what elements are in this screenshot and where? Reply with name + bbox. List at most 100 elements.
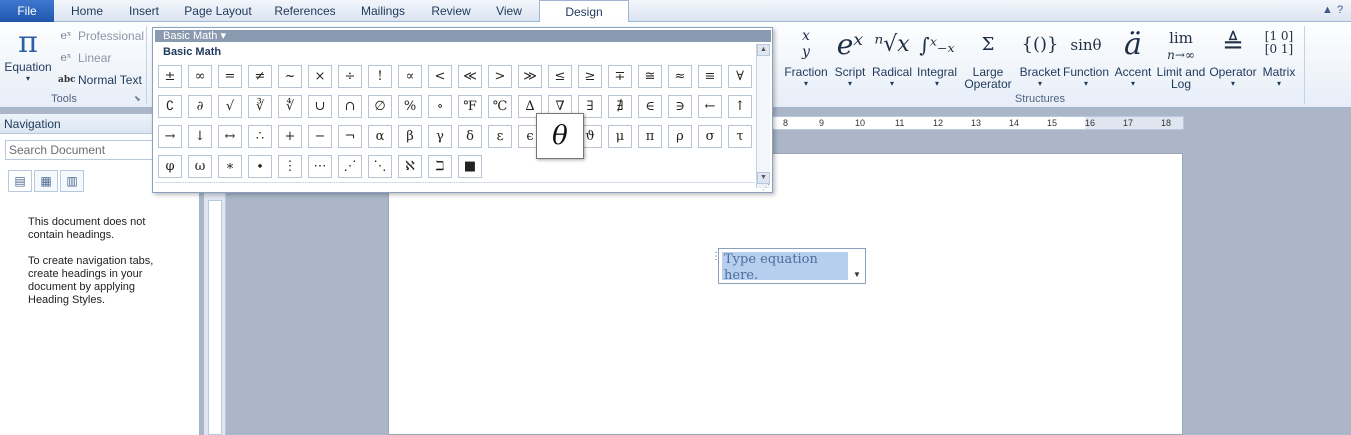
symbol-cell[interactable]: +: [278, 125, 302, 148]
tab-review[interactable]: Review: [424, 0, 478, 22]
symbol-cell[interactable]: ⋯: [308, 155, 332, 178]
symbol-cell[interactable]: ∩: [338, 95, 362, 118]
gallery-scrollbar[interactable]: ▲ ▼: [756, 44, 770, 188]
symbol-cell[interactable]: φ: [158, 155, 182, 178]
symbol-cell[interactable]: ≈: [668, 65, 692, 88]
integral-button[interactable]: ∫ˣ₋ₓ Integral ▾: [914, 24, 960, 88]
symbol-cell[interactable]: →: [158, 125, 182, 148]
symbol-cell[interactable]: ∘: [428, 95, 452, 118]
symbol-cell[interactable]: ε: [488, 125, 512, 148]
symbol-cell[interactable]: ∅: [368, 95, 392, 118]
symbol-cell[interactable]: ℵ: [398, 155, 422, 178]
bracket-button[interactable]: {()} Bracket ▾: [1018, 24, 1062, 88]
fraction-button[interactable]: xy Fraction ▾: [782, 24, 830, 88]
equation-button[interactable]: π Equation ▾: [4, 26, 52, 84]
tab-home[interactable]: Home: [62, 0, 112, 22]
symbol-cell[interactable]: δ: [458, 125, 482, 148]
symbol-cell[interactable]: ∜: [278, 95, 302, 118]
symbol-cell[interactable]: √: [218, 95, 242, 118]
radical-button[interactable]: ⁿ√x Radical ▾: [870, 24, 914, 88]
symbol-cell[interactable]: ℉: [458, 95, 482, 118]
operator-button[interactable]: ≜ Operator ▾: [1208, 24, 1258, 88]
symbol-cell[interactable]: ℶ: [428, 155, 452, 178]
symbol-cell[interactable]: ∀: [728, 65, 752, 88]
tab-insert[interactable]: Insert: [118, 0, 170, 22]
symbol-cell[interactable]: α: [368, 125, 392, 148]
professional-button[interactable]: eˣ Professional: [58, 26, 144, 46]
scroll-thumb[interactable]: [757, 56, 770, 172]
symbol-cell[interactable]: ≥: [578, 65, 602, 88]
tab-design[interactable]: Design: [539, 0, 629, 23]
scroll-up-icon[interactable]: ▲: [757, 44, 770, 56]
symbol-cell[interactable]: ↓: [188, 125, 212, 148]
symbol-cell[interactable]: ≠: [248, 65, 272, 88]
tab-mailings[interactable]: Mailings: [350, 0, 416, 22]
symbol-cell[interactable]: ≫: [518, 65, 542, 88]
chevron-down-icon[interactable]: ▼: [851, 269, 863, 281]
symbol-cell[interactable]: ±: [158, 65, 182, 88]
symbol-cell[interactable]: =: [218, 65, 242, 88]
symbol-cell[interactable]: ⋱: [368, 155, 392, 178]
symbol-cell[interactable]: ÷: [338, 65, 362, 88]
symbol-cell[interactable]: ∴: [248, 125, 272, 148]
symbol-cell[interactable]: ℃: [488, 95, 512, 118]
document-page[interactable]: [388, 153, 1183, 435]
results-icon[interactable]: ▥: [60, 170, 84, 192]
symbol-cell[interactable]: ⋰: [338, 155, 362, 178]
equation-placeholder[interactable]: Type equation here.: [722, 252, 848, 283]
linear-button[interactable]: eˣ Linear: [58, 48, 111, 68]
symbol-cell[interactable]: γ: [428, 125, 452, 148]
symbol-cell[interactable]: ∓: [608, 65, 632, 88]
equation-grip-icon[interactable]: ⋮: [711, 251, 721, 262]
symbol-cell[interactable]: >: [488, 65, 512, 88]
symbol-cell[interactable]: ≤: [548, 65, 572, 88]
symbol-cell[interactable]: σ: [698, 125, 722, 148]
tab-page-layout[interactable]: Page Layout: [178, 0, 258, 22]
symbol-cell[interactable]: −: [308, 125, 332, 148]
matrix-button[interactable]: [1 0] [0 1] Matrix ▾: [1258, 24, 1300, 89]
symbol-cell[interactable]: ⋮: [278, 155, 302, 178]
symbol-cell[interactable]: ←: [698, 95, 722, 118]
symbol-cell[interactable]: <: [428, 65, 452, 88]
tab-references[interactable]: References: [266, 0, 344, 22]
symbol-cell[interactable]: ≡: [698, 65, 722, 88]
search-document-input[interactable]: Search Document: [5, 140, 165, 160]
symbol-cell[interactable]: ¬: [338, 125, 362, 148]
symbol-cell[interactable]: ↑: [728, 95, 752, 118]
script-button[interactable]: eˣ Script ▾: [830, 24, 870, 88]
symbol-cell[interactable]: β: [398, 125, 422, 148]
help-icon[interactable]: ?: [1337, 4, 1343, 16]
resize-grip-icon[interactable]: ⋰: [762, 183, 770, 192]
caret-up-icon[interactable]: ▲: [1322, 4, 1333, 16]
symbol-cell[interactable]: ∝: [398, 65, 422, 88]
symbol-cell[interactable]: ×: [308, 65, 332, 88]
symbol-cell[interactable]: ρ: [668, 125, 692, 148]
symbol-category-dropdown[interactable]: Basic Math ▾: [155, 30, 771, 42]
symbol-cell[interactable]: ∂: [188, 95, 212, 118]
large-operator-button[interactable]: Σ Large Operator: [960, 24, 1016, 90]
symbol-cell[interactable]: ~: [278, 65, 302, 88]
symbol-cell[interactable]: ≪: [458, 65, 482, 88]
tab-file[interactable]: File: [0, 0, 54, 22]
symbol-cell[interactable]: ∞: [188, 65, 212, 88]
symbol-cell[interactable]: τ: [728, 125, 752, 148]
equation-container[interactable]: ⋮ Type equation here. ▼: [711, 248, 866, 284]
horizontal-ruler[interactable]: 8 9 10 11 12 13 14 15 16 17 18: [772, 116, 1184, 130]
symbol-cell[interactable]: ∈: [638, 95, 662, 118]
symbol-cell[interactable]: ∗: [218, 155, 242, 178]
symbol-cell[interactable]: ∋: [668, 95, 692, 118]
symbol-cell[interactable]: ≅: [638, 65, 662, 88]
normal-text-button[interactable]: abc Normal Text: [58, 70, 142, 90]
symbol-cell[interactable]: ∄: [608, 95, 632, 118]
dialog-launcher-icon[interactable]: ⬊: [134, 94, 141, 103]
symbol-cell[interactable]: π: [638, 125, 662, 148]
symbol-cell[interactable]: ∛: [248, 95, 272, 118]
symbol-cell[interactable]: ■: [458, 155, 482, 178]
symbol-cell[interactable]: ∁: [158, 95, 182, 118]
symbol-cell[interactable]: ∪: [308, 95, 332, 118]
tab-view[interactable]: View: [486, 0, 532, 22]
symbol-cell[interactable]: ↔: [218, 125, 242, 148]
limit-and-log-button[interactable]: lim n→∞ Limit and Log: [1154, 24, 1208, 90]
vertical-ruler[interactable]: [204, 190, 226, 435]
symbol-cell[interactable]: μ: [608, 125, 632, 148]
